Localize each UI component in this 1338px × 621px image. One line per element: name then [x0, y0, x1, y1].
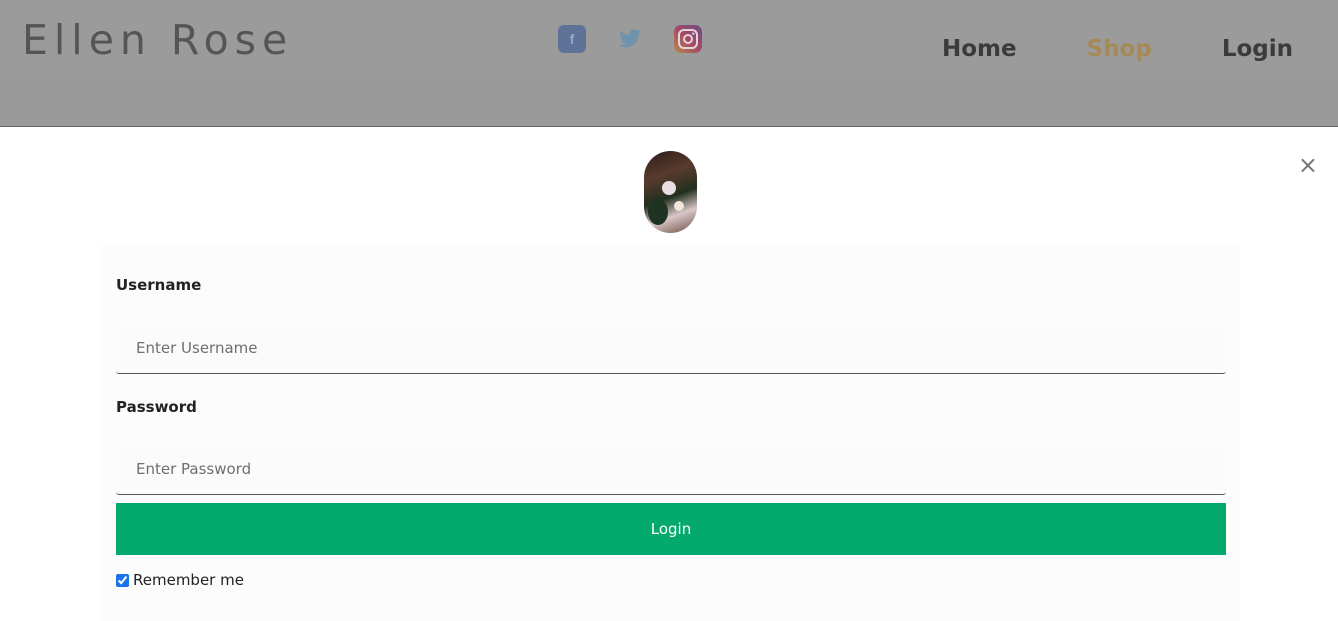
avatar-leaf: [648, 199, 668, 225]
remember-checkbox[interactable]: [116, 573, 129, 587]
nav-home[interactable]: Home: [942, 36, 1017, 62]
facebook-icon[interactable]: f: [558, 25, 586, 53]
brand-logo[interactable]: Ellen Rose: [22, 16, 293, 64]
main-nav: Home Shop Login: [942, 36, 1293, 62]
social-links: f: [558, 25, 702, 53]
instagram-icon[interactable]: [674, 25, 702, 53]
facebook-glyph: f: [569, 31, 575, 47]
username-input[interactable]: [116, 322, 1226, 374]
nav-login[interactable]: Login: [1222, 36, 1293, 62]
site-header: Ellen Rose f Home Shop Login: [0, 0, 1338, 127]
nav-shop[interactable]: Shop: [1087, 36, 1152, 62]
password-label: Password: [116, 398, 197, 416]
remember-label: Remember me: [133, 571, 244, 589]
login-modal: × Username Password Login Remember me: [0, 127, 1338, 621]
login-button[interactable]: Login: [116, 503, 1226, 555]
avatar-flower-small: [674, 201, 684, 211]
username-label: Username: [116, 276, 202, 294]
avatar: [644, 151, 697, 233]
close-icon[interactable]: ×: [1298, 153, 1318, 177]
twitter-icon[interactable]: [616, 25, 644, 53]
avatar-flower: [662, 181, 676, 195]
password-input[interactable]: [116, 443, 1226, 495]
remember-me[interactable]: Remember me: [116, 571, 244, 589]
login-form: Username Password Login Remember me: [101, 245, 1239, 621]
